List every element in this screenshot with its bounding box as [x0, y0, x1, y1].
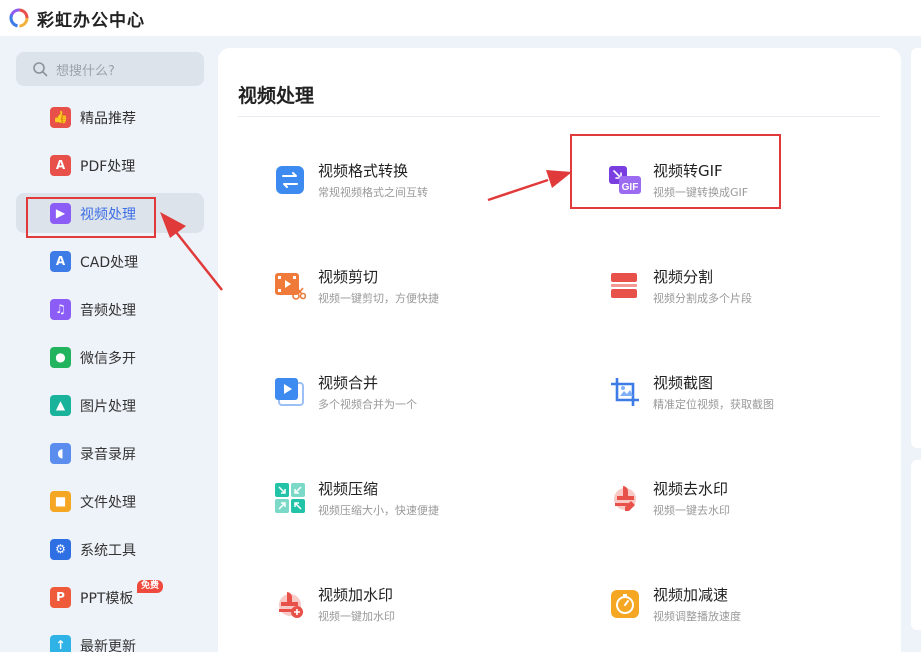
tool-video-remove-watermark[interactable]: 视频去水印 视频一键去水印 [609, 476, 859, 536]
sidebar-item-image[interactable]: ▲ 图片处理 [16, 385, 204, 425]
split-icon [611, 273, 637, 298]
sidebar-item-label: CAD处理 [80, 255, 139, 271]
tool-name: 视频合并 [318, 374, 379, 392]
divider [238, 116, 880, 117]
tool-desc: 视频调整播放速度 [653, 610, 741, 623]
tool-name: 视频压缩 [318, 480, 379, 498]
tool-video-merge[interactable]: 视频合并 多个视频合并为一个 [274, 370, 524, 430]
tool-video-cut[interactable]: 视频剪切 视频一键剪切，方便快捷 [274, 264, 524, 324]
tool-video-compress[interactable]: 视频压缩 视频压缩大小，快速便捷 [274, 476, 524, 536]
tool-name: 视频剪切 [318, 268, 379, 286]
sidebar-item-ppt[interactable]: P PPT模板 免费 [16, 577, 204, 617]
wechat-icon: ● [50, 347, 71, 368]
highlight-box-video-to-gif [570, 134, 781, 209]
sidebar-item-wechat[interactable]: ● 微信多开 [16, 337, 204, 377]
side-panel-edge [911, 48, 921, 448]
music-icon: ♫ [50, 299, 71, 320]
tool-name: 视频分割 [653, 268, 714, 286]
add-watermark-icon [279, 592, 303, 618]
tool-desc: 视频一键加水印 [318, 610, 395, 623]
sidebar-item-label: PDF处理 [80, 159, 136, 175]
sidebar-item-label: PPT模板 [80, 591, 134, 607]
side-panel-edge [911, 460, 921, 630]
swap-icon [276, 166, 304, 194]
tool-video-format-convert[interactable]: 视频格式转换 常规视频格式之间互转 [274, 158, 524, 218]
tool-name: 视频去水印 [653, 480, 729, 498]
sidebar-item-label: 图片处理 [80, 399, 136, 415]
section-title: 视频处理 [238, 85, 315, 107]
app-title: 彩虹办公中心 [37, 11, 145, 31]
tool-name: 视频格式转换 [318, 162, 409, 180]
gear-icon: ⚙ [50, 539, 71, 560]
image-icon: ▲ [50, 395, 71, 416]
sidebar-item-record[interactable]: ◖ 录音录屏 [16, 433, 204, 473]
upload-icon: ↑ [50, 635, 71, 652]
sidebar-item-audio[interactable]: ♫ 音频处理 [16, 289, 204, 329]
cad-icon: A [50, 251, 71, 272]
sidebar-item-label: 文件处理 [80, 495, 136, 511]
pdf-icon: A [50, 155, 71, 176]
tool-desc: 视频一键去水印 [653, 504, 730, 517]
sidebar-item-label: 最新更新 [80, 639, 136, 652]
rainbow-logo-icon [9, 8, 29, 28]
free-badge: 免费 [137, 580, 164, 593]
crop-icon [611, 378, 639, 406]
title-bar: 彩虹办公中心 [0, 0, 921, 36]
tool-desc: 多个视频合并为一个 [318, 398, 417, 411]
merge-icon [275, 378, 304, 406]
search-input[interactable]: 想搜什么? [56, 60, 115, 79]
search-box[interactable]: 想搜什么? [16, 52, 204, 86]
tool-name: 视频加减速 [653, 586, 729, 604]
sidebar-item-label: 录音录屏 [80, 447, 136, 463]
sidebar-item-label: 系统工具 [80, 543, 136, 559]
highlight-box-video-nav [26, 197, 156, 238]
sidebar-item-label: 精品推荐 [80, 111, 136, 127]
remove-watermark-icon [614, 486, 636, 511]
sidebar-item-recommended[interactable]: 👍 精品推荐 [16, 97, 204, 137]
tool-video-screenshot[interactable]: 视频截图 精准定位视频，获取截图 [609, 370, 859, 430]
compress-icon [275, 483, 305, 513]
cut-icon [275, 273, 306, 300]
sidebar-item-pdf[interactable]: A PDF处理 [16, 145, 204, 185]
sidebar-item-label: 微信多开 [80, 351, 136, 367]
thumbs-up-icon: 👍 [50, 107, 71, 128]
ppt-icon: P [50, 587, 71, 608]
microphone-icon: ◖ [50, 443, 71, 464]
speed-icon [611, 590, 639, 618]
tool-video-split[interactable]: 视频分割 视频分割成多个片段 [609, 264, 859, 324]
tool-desc: 精准定位视频，获取截图 [653, 398, 774, 411]
sidebar-item-file[interactable]: ■ 文件处理 [16, 481, 204, 521]
tool-desc: 视频分割成多个片段 [653, 292, 752, 305]
sidebar-item-latest[interactable]: ↑ 最新更新 [16, 625, 204, 652]
tool-video-add-watermark[interactable]: 视频加水印 视频一键加水印 [274, 582, 524, 642]
sidebar-item-system[interactable]: ⚙ 系统工具 [16, 529, 204, 569]
folder-icon: ■ [50, 491, 71, 512]
sidebar-item-label: 音频处理 [80, 303, 136, 319]
tool-name: 视频截图 [653, 374, 714, 392]
main-panel: 视频处理 视频格式转换 常规视频格式之间互转 GIF 视频转GIF 视频一键转换… [218, 48, 901, 652]
tool-video-speed[interactable]: 视频加减速 视频调整播放速度 [609, 582, 859, 642]
sidebar-item-cad[interactable]: A CAD处理 [16, 241, 204, 281]
sidebar: 想搜什么? 👍 精品推荐 A PDF处理 ▶ 视频处理 A CAD处理 ♫ 音频… [0, 36, 218, 652]
search-icon [33, 62, 48, 77]
tool-desc: 常规视频格式之间互转 [318, 186, 428, 199]
tool-desc: 视频压缩大小，快速便捷 [318, 504, 439, 517]
tool-desc: 视频一键剪切，方便快捷 [318, 292, 439, 305]
tool-name: 视频加水印 [318, 586, 394, 604]
